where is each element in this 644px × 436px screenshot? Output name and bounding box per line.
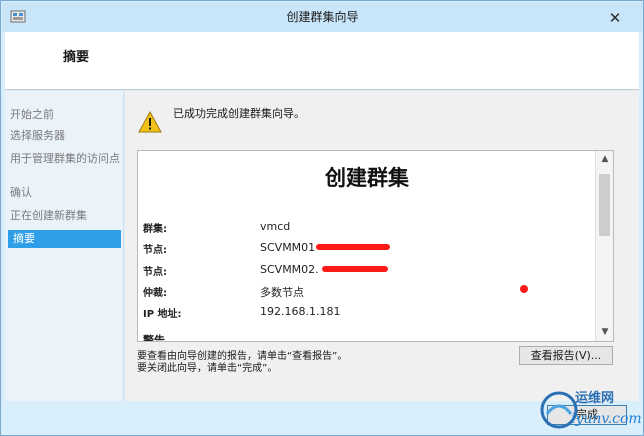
window-title: 创建群集向导 (286, 10, 359, 24)
redaction-mark (322, 266, 388, 272)
ip-address-value: 192.168.1.181 (260, 305, 341, 318)
report-title: 创建群集 (325, 166, 409, 190)
wizard-steps: 开始之前 选择服务器 用于管理群集的访问点 确认 正在创建新群集 摘要 (5, 91, 124, 401)
step-confirmation: 确认 (10, 186, 32, 199)
step-summary: 摘要 (8, 230, 121, 248)
title-bar[interactable]: 创建群集向导 ✕ (2, 2, 643, 32)
node-label: 节点: (143, 245, 167, 256)
report-scrollbar[interactable]: ▲ ▼ (595, 151, 613, 341)
close-button[interactable]: ✕ (604, 9, 626, 27)
step-access-point: 用于管理群集的访问点 (10, 152, 120, 165)
view-report-button[interactable]: 查看报告(V)... (519, 346, 613, 365)
step-select-servers: 选择服务器 (10, 129, 65, 142)
step-creating-cluster: 正在创建新群集 (10, 209, 87, 222)
watermark-text: 运维网 (575, 391, 615, 406)
report-view[interactable]: 创建群集 群集: vmcd 节点: SCVMM01 节点: SCVMM02. 仲… (137, 150, 614, 342)
warnings-heading: 警告 (143, 334, 165, 342)
warning-icon (138, 111, 162, 133)
cluster-label: 群集: (143, 224, 167, 235)
red-marker (520, 285, 528, 293)
page-title: 摘要 (63, 50, 90, 65)
cluster-value: vmcd (260, 220, 291, 233)
close-icon[interactable]: ✕ (609, 9, 622, 27)
node-value: SCVMM02. (260, 263, 319, 276)
quorum-value: 多数节点 (260, 286, 304, 299)
step-before-you-begin: 开始之前 (10, 108, 54, 121)
success-message: 已成功完成创建群集向导。 (173, 107, 305, 120)
ip-address-label: IP 地址: (143, 309, 182, 320)
watermark-url: iyunv.com (571, 411, 642, 427)
scroll-up-button[interactable]: ▲ (596, 151, 613, 168)
close-wizard-hint: 要关闭此向导，请单击“完成”。 (137, 363, 278, 374)
summary-panel: 已成功完成创建群集向导。 创建群集 群集: vmcd 节点: SCVMM01 节… (125, 91, 639, 401)
page-header: 摘要 (5, 32, 639, 90)
quorum-label: 仲裁: (143, 288, 167, 299)
redaction-mark (316, 244, 390, 250)
scroll-down-button[interactable]: ▼ (596, 324, 613, 341)
scroll-thumb[interactable] (599, 174, 610, 236)
node-value: SCVMM01 (260, 241, 316, 254)
watermark: 运维网 iyunv.com (537, 382, 642, 434)
wizard-window: 创建群集向导 ✕ 摘要 开始之前 选择服务器 用于管理群集的访问点 确认 正在创… (0, 0, 644, 436)
node-label: 节点: (143, 267, 167, 278)
